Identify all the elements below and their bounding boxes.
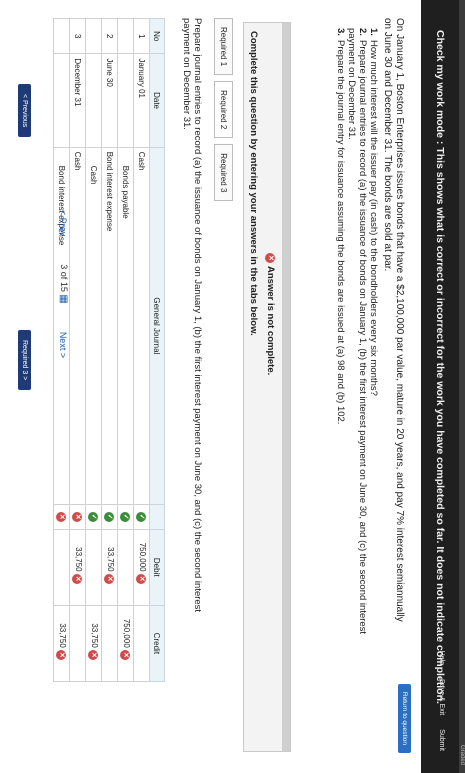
- question-item: 2.Prepare journal entries to record (a) …: [346, 28, 368, 635]
- table-row: 2 June 30 Bond interest expense ✓ 33,750 ✕: [101, 18, 118, 682]
- incorrect-icon: ✕: [88, 650, 98, 661]
- prev-page-link[interactable]: < Prev: [59, 210, 69, 236]
- correct-icon: ✓: [120, 511, 130, 522]
- graded-label: Graded: [459, 744, 465, 765]
- incorrect-icon: ✕: [120, 650, 130, 661]
- correct-icon: ✓: [136, 511, 146, 522]
- grid-icon[interactable]: ▦: [58, 294, 69, 303]
- submit-link[interactable]: Submit: [438, 729, 445, 751]
- tab-instruction: Prepare journal entries to record (a) th…: [181, 18, 203, 613]
- account-status: ✓: [85, 504, 102, 530]
- page-content: Graded Check my work mode : This shows w…: [0, 0, 465, 773]
- table-row: Bonds payable ✓ 750,000 ✕: [117, 18, 134, 682]
- debit-field[interactable]: [117, 529, 134, 606]
- row-date[interactable]: [117, 53, 134, 148]
- debit-field[interactable]: [85, 529, 102, 606]
- row-number: 1: [133, 18, 150, 54]
- account-status: ✕: [53, 504, 70, 530]
- answer-status: ✕ Answer is not complete.: [265, 253, 276, 375]
- header-actions: Help Save & Exit Submit: [438, 651, 445, 751]
- question-item: 1.How much interest will the issuer pay …: [368, 28, 379, 396]
- col-credit: Credit: [149, 605, 165, 682]
- credit-field[interactable]: 33,750 ✕: [85, 605, 102, 682]
- table-row: 3 December 31 Cash ✕ 33,750 ✕: [69, 18, 86, 682]
- tab-required-2[interactable]: Required 2: [214, 81, 233, 139]
- previous-button[interactable]: < Previous: [18, 84, 31, 138]
- account-status: ✓: [101, 504, 118, 530]
- credit-field[interactable]: 33,750 ✕: [53, 605, 70, 682]
- help-link[interactable]: Help: [438, 651, 445, 665]
- journal-table: No Date General Journal Debit Credit 1 Ja…: [53, 18, 165, 682]
- row-date[interactable]: [53, 53, 70, 148]
- debit-field[interactable]: 750,000 ✕: [133, 529, 150, 606]
- account-select[interactable]: Cash: [69, 147, 86, 505]
- return-to-question-button[interactable]: Return to question: [398, 683, 411, 753]
- question-list: 1.How much interest will the issuer pay …: [335, 28, 379, 668]
- pagination: < Prev 3 of 15 ▦ Next >: [58, 210, 69, 358]
- credit-field[interactable]: 750,000 ✕: [117, 605, 134, 682]
- credit-field[interactable]: [69, 605, 86, 682]
- browser-strip: [459, 0, 465, 773]
- required-tabs: Required 1 Required 2 Required 3: [214, 18, 233, 202]
- credit-field[interactable]: [133, 605, 150, 682]
- incorrect-icon: ✕: [265, 253, 276, 263]
- incorrect-icon: ✕: [72, 511, 82, 522]
- correct-icon: ✓: [88, 511, 98, 522]
- debit-field[interactable]: 33,750 ✕: [101, 529, 118, 606]
- debit-field[interactable]: 33,750 ✕: [69, 529, 86, 606]
- tab-required-1[interactable]: Required 1: [214, 18, 233, 76]
- row-date[interactable]: [85, 53, 102, 148]
- banner-title: Check my work mode : This shows what is …: [434, 30, 446, 704]
- check-my-work-banner: Graded Check my work mode : This shows w…: [421, 0, 465, 773]
- account-status: ✓: [117, 504, 134, 530]
- debit-field[interactable]: [53, 529, 70, 606]
- col-debit: Debit: [149, 529, 165, 606]
- table-row: 1 January 01 Cash ✓ 750,000 ✕: [133, 18, 150, 682]
- credit-field[interactable]: [101, 605, 118, 682]
- incorrect-icon: ✕: [56, 511, 66, 522]
- account-select[interactable]: Cash: [85, 147, 102, 505]
- row-date[interactable]: June 30: [101, 53, 118, 148]
- complete-instruction: Complete this question by entering your …: [248, 31, 259, 336]
- next-page-link[interactable]: Next >: [59, 332, 69, 358]
- row-number: [53, 18, 70, 54]
- row-number: [117, 18, 134, 54]
- incorrect-icon: ✕: [56, 650, 66, 661]
- col-date: Date: [149, 53, 165, 148]
- correct-icon: ✓: [104, 511, 114, 522]
- row-date[interactable]: December 31: [69, 53, 86, 148]
- tab-required-3[interactable]: Required 3: [214, 144, 233, 202]
- question-item: 3.Prepare the journal entry for issuance…: [335, 28, 346, 425]
- account-select[interactable]: Bonds payable: [117, 147, 134, 505]
- page-counter: 3 of 15 ▦: [58, 264, 69, 304]
- save-exit-link[interactable]: Save & Exit: [438, 679, 445, 715]
- incorrect-icon: ✕: [104, 573, 114, 584]
- account-select[interactable]: Bond interest expense: [101, 147, 118, 505]
- col-account-mark: [149, 504, 165, 530]
- col-general-journal: General Journal: [149, 147, 165, 505]
- incorrect-icon: ✕: [136, 573, 146, 584]
- col-no: No: [149, 18, 165, 54]
- answer-status-box: ✕ Answer is not complete. Complete this …: [243, 22, 291, 752]
- incorrect-icon: ✕: [72, 573, 82, 584]
- row-date[interactable]: January 01: [133, 53, 150, 148]
- table-row: Cash ✓ 33,750 ✕: [85, 18, 102, 682]
- row-number: 3: [69, 18, 86, 54]
- account-select[interactable]: Cash: [133, 147, 150, 505]
- status-divider: [282, 23, 290, 751]
- row-number: 2: [101, 18, 118, 54]
- table-header-row: No Date General Journal Debit Credit: [149, 18, 165, 682]
- question-intro: On January 1, Boston Enterprises issues …: [382, 18, 405, 622]
- required-3-button[interactable]: Required 3 >: [18, 330, 31, 391]
- account-status: ✓: [133, 504, 150, 530]
- row-number: [85, 18, 102, 54]
- screenshot-stage: Graded Check my work mode : This shows w…: [0, 0, 465, 773]
- account-status: ✕: [69, 504, 86, 530]
